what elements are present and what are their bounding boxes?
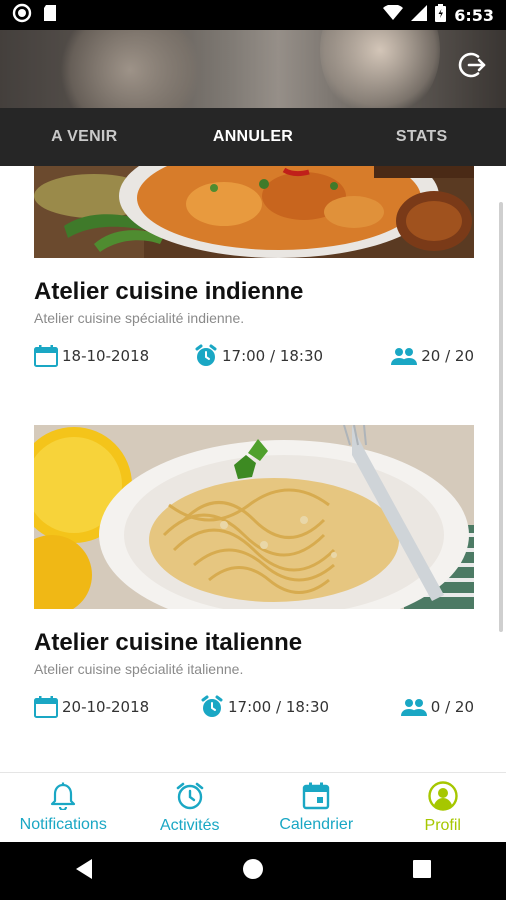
status-time: 6:53 — [454, 5, 494, 25]
record-icon — [12, 3, 32, 28]
places-text: 20 / 20 — [421, 347, 474, 365]
activity-date: 18-10-2018 — [34, 345, 194, 367]
back-icon — [76, 858, 92, 879]
logout-icon — [458, 52, 486, 78]
time-text: 17:00 / 18:30 — [222, 347, 324, 365]
nav-label: Activités — [159, 816, 220, 834]
activity-date: 20-10-2018 — [34, 696, 200, 718]
date-text: 18-10-2018 — [62, 347, 150, 365]
activity-subtitle: Atelier cuisine spécialité italienne. — [34, 661, 244, 677]
activity-list[interactable]: Atelier cuisine indienne Atelier cuisine… — [0, 166, 506, 772]
indian-curry-image — [34, 166, 474, 258]
signal-icon — [411, 4, 428, 26]
battery-icon — [435, 3, 447, 27]
tab-upcoming[interactable]: A VENIR — [0, 108, 169, 166]
group-icon — [391, 348, 418, 365]
nav-calendar[interactable]: Calendrier — [253, 773, 380, 842]
header-overlay — [0, 30, 506, 108]
tab-bar: A VENIR ANNULER STATS — [0, 108, 506, 166]
group-icon — [400, 699, 427, 716]
calendar-icon — [34, 345, 58, 367]
activity-time: 17:00 / 18:30 — [200, 695, 380, 719]
activity-meta: 18-10-2018 17:00 / 18:30 20 / 20 — [34, 344, 474, 368]
activity-time: 17:00 / 18:30 — [194, 344, 374, 368]
date-text: 20-10-2018 — [62, 698, 150, 716]
nav-label: Calendrier — [279, 815, 354, 833]
nav-label: Profil — [424, 816, 461, 834]
home-button[interactable] — [242, 858, 264, 885]
profile-icon — [428, 780, 458, 811]
home-icon — [243, 858, 263, 879]
profile-header — [0, 30, 506, 108]
activity-card[interactable]: Atelier cuisine indienne Atelier cuisine… — [34, 166, 474, 368]
system-navigation-bar — [0, 842, 506, 900]
back-button[interactable] — [74, 858, 94, 885]
recents-button[interactable] — [412, 859, 432, 884]
scrollbar[interactable] — [499, 202, 503, 632]
calendar-icon — [34, 696, 58, 718]
activity-card[interactable]: Atelier cuisine italienne Atelier cuisin… — [34, 425, 474, 719]
alarm-clock-icon — [201, 695, 223, 717]
wifi-icon — [383, 3, 404, 26]
nav-activities[interactable]: Activités — [127, 773, 254, 842]
bottom-navigation: Notifications Activités Calendrier Profi… — [0, 772, 506, 842]
nav-profile[interactable]: Profil — [380, 773, 506, 842]
activity-title: Atelier cuisine italienne — [34, 629, 303, 656]
activity-places: 20 / 20 — [391, 346, 474, 366]
calendar-icon — [303, 782, 330, 809]
alarm-clock-icon — [176, 782, 204, 809]
activity-places: 0 / 20 — [400, 697, 474, 717]
alarm-clock-icon — [195, 344, 217, 366]
activity-subtitle: Atelier cuisine spécialité indienne. — [34, 310, 245, 326]
time-text: 17:00 / 18:30 — [228, 698, 330, 716]
tab-cancel[interactable]: ANNULER — [169, 108, 338, 166]
activity-title: Atelier cuisine indienne — [34, 278, 304, 305]
tab-stats[interactable]: STATS — [337, 108, 506, 166]
logout-button[interactable] — [458, 50, 488, 80]
nav-label: Notifications — [19, 815, 107, 833]
bell-icon — [51, 782, 76, 810]
places-text: 0 / 20 — [430, 698, 474, 716]
recents-icon — [413, 859, 431, 878]
activity-meta: 20-10-2018 17:00 / 18:30 0 / 20 — [34, 695, 474, 719]
status-bar: 6:53 — [0, 0, 506, 30]
sd-card-icon — [42, 4, 58, 27]
nav-notifications[interactable]: Notifications — [0, 773, 127, 842]
italian-pasta-image — [34, 425, 474, 609]
